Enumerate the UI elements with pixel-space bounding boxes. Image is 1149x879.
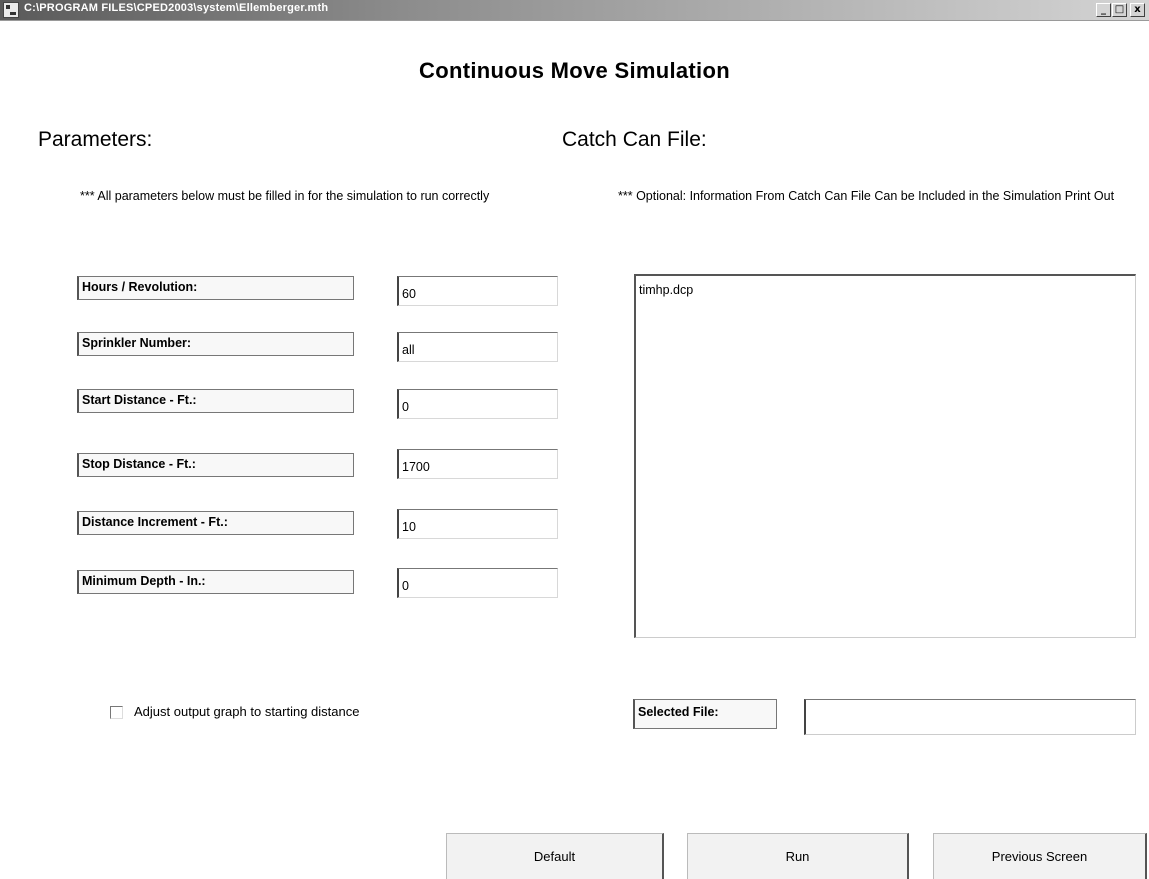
title-bar[interactable]: C:\PROGRAM FILES\CPED2003\system\Ellembe… <box>0 0 1149 21</box>
distance-increment-input[interactable] <box>397 509 558 539</box>
close-button[interactable]: x <box>1130 3 1145 17</box>
sprinkler-number-label: Sprinkler Number: <box>77 332 354 356</box>
previous-screen-button[interactable]: Previous Screen <box>933 833 1147 879</box>
sprinkler-number-input[interactable] <box>397 332 558 362</box>
parameters-note: *** All parameters below must be filled … <box>80 189 490 203</box>
app-window-icon[interactable] <box>3 2 19 18</box>
maximize-button[interactable]: □ <box>1112 3 1127 17</box>
catch-can-file-list[interactable]: timhp.dcp <box>634 274 1136 638</box>
stop-distance-label: Stop Distance - Ft.: <box>77 453 354 477</box>
stop-distance-input[interactable] <box>397 449 558 479</box>
page-title: Continuous Move Simulation <box>419 58 730 83</box>
checkbox-unchecked-icon[interactable] <box>110 706 123 719</box>
list-item[interactable]: timhp.dcp <box>639 283 1132 297</box>
parameters-heading: Parameters: <box>38 128 153 151</box>
catch-can-note: *** Optional: Information From Catch Can… <box>618 189 1115 203</box>
default-button[interactable]: Default <box>446 833 664 879</box>
run-button[interactable]: Run <box>687 833 909 879</box>
distance-increment-label: Distance Increment - Ft.: <box>77 511 354 535</box>
minimum-depth-label: Minimum Depth - In.: <box>77 570 354 594</box>
minimize-button[interactable]: _ <box>1096 3 1111 17</box>
start-distance-input[interactable] <box>397 389 558 419</box>
window-title: C:\PROGRAM FILES\CPED2003\system\Ellembe… <box>24 2 329 14</box>
selected-file-input[interactable] <box>804 699 1136 735</box>
start-distance-label: Start Distance - Ft.: <box>77 389 354 413</box>
hours-per-revolution-input[interactable] <box>397 276 558 306</box>
minimum-depth-input[interactable] <box>397 568 558 598</box>
catch-can-heading: Catch Can File: <box>562 128 707 151</box>
adjust-graph-label[interactable]: Adjust output graph to starting distance <box>134 704 359 719</box>
selected-file-label: Selected File: <box>633 699 777 729</box>
hours-per-revolution-label: Hours / Revolution: <box>77 276 354 300</box>
